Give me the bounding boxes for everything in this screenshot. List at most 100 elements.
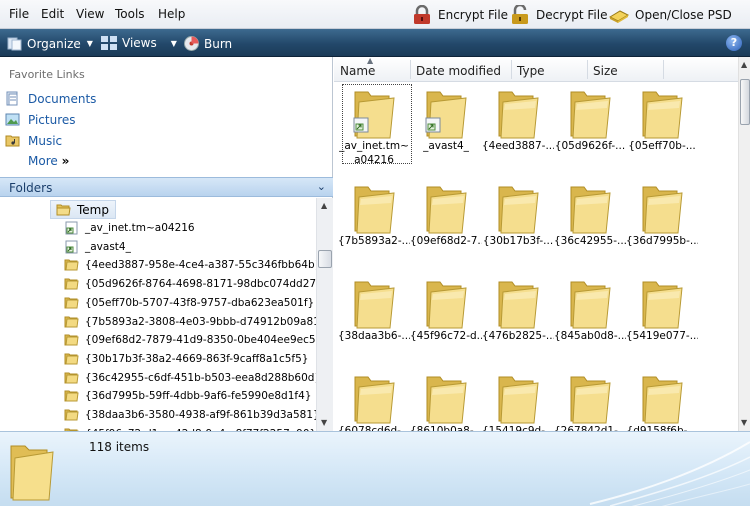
file-item[interactable]: {4eed3887-...: [482, 83, 554, 175]
file-item[interactable]: {45f96c72-d...: [410, 273, 482, 365]
tree-item-label: _av_inet.tm~a04216: [85, 222, 195, 234]
item-count: 118 items: [89, 440, 150, 454]
more-favorites-link[interactable]: More »: [28, 154, 69, 168]
folder-icon: [570, 91, 611, 139]
tree-item[interactable]: {05d9626f-8764-4698-8171-98dbc074dd27}: [64, 275, 317, 293]
file-item[interactable]: {5419e077-...: [626, 273, 698, 365]
folders-title: Folders: [9, 181, 53, 195]
file-item[interactable]: {05d9626f-...: [554, 83, 626, 175]
tree-item-label: {36c42955-c6df-451b-b503-eea8d288b60d}: [85, 371, 317, 384]
file-item-label-line: {05eff70b-...: [628, 140, 696, 152]
file-item[interactable]: {845ab0d8-...: [554, 273, 626, 365]
favorite-documents-link[interactable]: Documents: [5, 91, 96, 106]
folder-icon: [64, 390, 79, 402]
menu-tools[interactable]: Tools: [115, 7, 145, 21]
tree-scrollbar[interactable]: ▲ ▼: [316, 198, 333, 431]
views-button[interactable]: Views ▼: [101, 36, 177, 50]
decrypt-file-button[interactable]: Decrypt File: [509, 5, 607, 25]
folder-icon: [64, 278, 79, 290]
scroll-up-icon[interactable]: ▲: [741, 60, 747, 69]
file-item[interactable]: {8610b0a8-...: [410, 368, 482, 431]
tree-item-label: {4eed3887-958e-4ce4-a387-55c346fbb64b}: [85, 259, 317, 272]
file-item-label-line: {38daa3b6-...: [338, 330, 410, 342]
tree-item-temp[interactable]: Temp: [50, 200, 116, 219]
file-item[interactable]: {30b17b3f-...: [482, 178, 554, 270]
column-divider[interactable]: [511, 60, 512, 79]
file-item-label: {7b5893a2-...: [338, 234, 410, 248]
file-item[interactable]: {7b5893a2-...: [338, 178, 410, 270]
file-item[interactable]: {15419c9d-...: [482, 368, 554, 431]
tree-item[interactable]: {7b5893a2-3808-4e03-9bbb-d74912b09a81}: [64, 313, 317, 331]
file-item[interactable]: _av_inet.tm~ a04216: [338, 83, 412, 175]
favorite-music-link[interactable]: Music: [5, 133, 62, 148]
menu-view[interactable]: View: [76, 7, 104, 21]
menu-bar: File Edit View Tools Help Encrypt File D…: [0, 0, 750, 29]
scroll-down-icon[interactable]: ▼: [741, 418, 747, 427]
column-divider[interactable]: [587, 60, 588, 79]
column-size[interactable]: Size: [593, 64, 618, 78]
file-item[interactable]: {38daa3b6-...: [338, 273, 410, 365]
column-date-modified[interactable]: Date modified: [416, 64, 501, 78]
file-item-label: {30b17b3f-...: [482, 234, 554, 248]
tree-item-temp-label: Temp: [77, 202, 109, 217]
file-item[interactable]: {05eff70b-...: [626, 83, 698, 175]
file-item[interactable]: _avast4_: [410, 83, 482, 175]
folders-header[interactable]: Folders ⌄: [0, 177, 333, 197]
tree-item[interactable]: {38daa3b6-3580-4938-af9f-861b39d3a581}: [64, 406, 317, 424]
file-item-label-line: {476b2825-...: [482, 330, 554, 342]
column-type[interactable]: Type: [517, 64, 545, 78]
tree-scroll-thumb[interactable]: [318, 250, 332, 268]
encrypt-file-button[interactable]: Encrypt File: [411, 5, 508, 25]
scroll-down-icon[interactable]: ▼: [321, 418, 327, 427]
file-item[interactable]: {6078cd6d-...: [338, 368, 410, 431]
file-item-label: {09ef68d2-7...: [410, 234, 482, 248]
tree-item-label: {05d9626f-8764-4698-8171-98dbc074dd27}: [85, 278, 317, 291]
chevron-down-icon: ▼: [86, 39, 93, 48]
tree-item[interactable]: {36c42955-c6df-451b-b503-eea8d288b60d}: [64, 369, 317, 387]
file-item-label-line: {30b17b3f-...: [482, 235, 554, 247]
menu-file[interactable]: File: [9, 7, 29, 21]
folder-icon: [570, 376, 611, 424]
folder-icon: [64, 316, 79, 327]
file-item-label: {36c42955-...: [554, 234, 626, 248]
file-item-label-line: _av_inet.tm~: [339, 140, 409, 152]
folder-icon: [64, 297, 79, 309]
folder-tree: Temp _av_inet.tm~a04216 _avast4_ {4eed3887…: [0, 198, 317, 431]
tree-item[interactable]: {05eff70b-5707-43f8-9757-dba623ea501f}: [64, 294, 314, 312]
navigation-pane: Favorite Links Documents Pictures Music …: [0, 57, 333, 431]
tree-item[interactable]: {4eed3887-958e-4ce4-a387-55c346fbb64b}: [64, 256, 317, 274]
tree-item[interactable]: _avast4_: [64, 238, 131, 256]
menu-help[interactable]: Help: [158, 7, 185, 21]
shortcut-file-icon: [425, 91, 467, 139]
tree-item-label: {05eff70b-5707-43f8-9757-dba623ea501f}: [85, 296, 315, 309]
command-bar: Organize ▼ Views ▼ Burn ?: [0, 29, 750, 57]
menu-edit[interactable]: Edit: [41, 7, 64, 21]
tree-item[interactable]: {36d7995b-59ff-4dbb-9af6-fe5990e8d1f4}: [64, 387, 311, 405]
folder-icon: [498, 91, 539, 139]
column-divider[interactable]: [663, 60, 664, 79]
help-button[interactable]: ?: [726, 35, 742, 51]
file-item[interactable]: {36d7995b-...: [626, 178, 698, 270]
file-item-label-line: _avast4_: [423, 140, 469, 152]
favorite-music-label: Music: [28, 133, 63, 148]
file-item[interactable]: {267842d1-...: [554, 368, 626, 431]
content-scrollbar[interactable]: ▲ ▼: [738, 57, 750, 431]
folder-icon: [426, 281, 467, 329]
column-name[interactable]: Name: [340, 64, 375, 78]
chevron-down-icon: ⌄: [316, 180, 326, 193]
content-scroll-thumb[interactable]: [740, 79, 750, 125]
organize-button[interactable]: Organize ▼: [7, 36, 93, 51]
tree-item[interactable]: {09ef68d2-7879-41d9-8350-0be404ee9ec5}: [64, 331, 317, 349]
burn-button[interactable]: Burn: [184, 36, 232, 51]
tree-item[interactable]: {30b17b3f-38a2-4669-863f-9caff8a1c5f5}: [64, 350, 308, 368]
column-divider[interactable]: [410, 60, 411, 79]
file-item[interactable]: {476b2825-...: [482, 273, 554, 365]
file-item[interactable]: {09ef68d2-7...: [410, 178, 482, 270]
unlock-icon: [512, 5, 528, 24]
tree-item[interactable]: _av_inet.tm~a04216: [64, 219, 195, 237]
open-close-psd-button[interactable]: Open/Close PSD: [608, 5, 732, 25]
file-item[interactable]: {d9158f6b-...: [626, 368, 698, 431]
favorite-pictures-link[interactable]: Pictures: [5, 112, 76, 127]
file-item[interactable]: {36c42955-...: [554, 178, 626, 270]
scroll-up-icon[interactable]: ▲: [321, 201, 327, 210]
